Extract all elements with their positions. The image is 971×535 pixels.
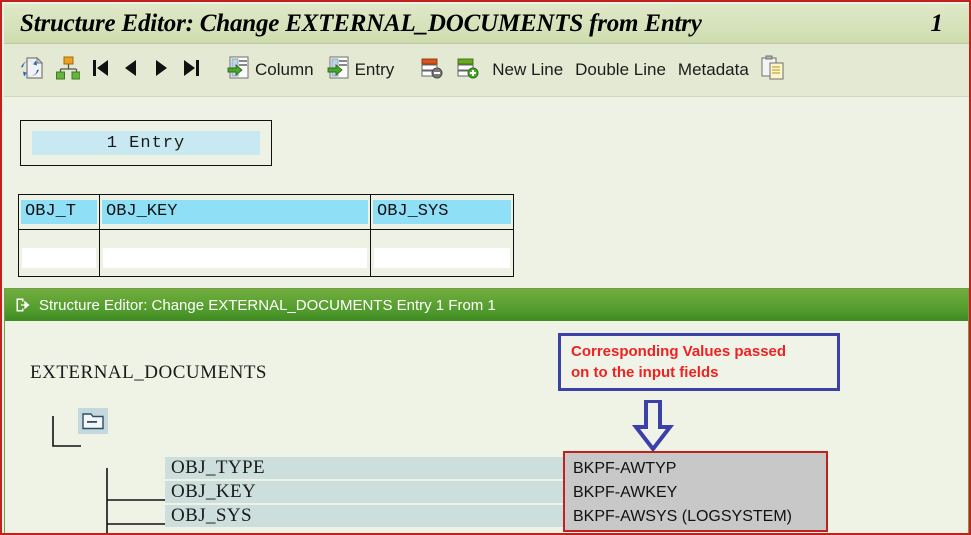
table-header-row: OBJ_T OBJ_KEY OBJ_SYS [18,194,514,230]
toolbar-button-refresh[interactable] [16,50,48,90]
toolbar-button-insert-line[interactable] [452,50,484,90]
bkpf-row-awtyp: BKPF-AWTYP [573,460,677,477]
next-icon [152,57,170,84]
hierarchy-icon [56,55,81,86]
column-header-obj-sys: OBJ_SYS [373,200,511,224]
toolbar-button-previous[interactable] [118,50,144,90]
inner-window-title: Structure Editor: Change EXTERNAL_DOCUME… [39,296,496,314]
annotation-text-line-1: Corresponding Values passed [571,343,787,360]
annotation-text-line-2: on to the input fields [571,364,719,381]
arrow-down-icon [627,399,679,457]
delete-line-icon [420,56,444,85]
toolbar-label-column: Column [255,60,314,79]
application-window: Structure Editor: Change EXTERNAL_DOCUME… [0,0,971,535]
previous-icon [122,57,140,84]
clipboard-copy-icon [761,55,785,86]
toolbar-label-new-line: New Line [492,60,564,79]
refresh-document-icon [20,55,44,86]
entry-count-box: 1 Entry [20,120,272,166]
input-obj-t[interactable] [22,247,96,268]
page-title: Structure Editor: Change EXTERNAL_DOCUME… [20,9,702,37]
tree-field-obj-sys[interactable]: OBJ_SYS [165,505,570,527]
window-title-bar: Structure Editor: Change EXTERNAL_DOCUME… [4,4,969,44]
main-toolbar: Column Entry New Line Double Line Metada… [4,44,969,97]
bkpf-row-awkey: BKPF-AWKEY [573,484,678,501]
table-header-cell-obj-key: OBJ_KEY [99,194,371,230]
toolbar-button-next[interactable] [148,50,174,90]
table-header-cell-obj-sys: OBJ_SYS [370,194,514,230]
toolbar-label-entry: Entry [354,60,395,79]
toolbar-button-hierarchy[interactable] [52,50,84,90]
input-obj-key[interactable] [103,247,367,268]
insert-line-icon [456,56,480,85]
toolbar-button-column[interactable]: Column [222,50,318,90]
table-cell-obj-key [99,229,371,277]
folder-open-icon[interactable] [78,408,108,439]
table-row [18,229,514,277]
page-number: 1 [930,9,944,37]
toolbar-button-copy[interactable] [757,50,789,90]
toolbar-button-metadata[interactable]: Metadata [674,50,753,90]
column-header-obj-t: OBJ_T [21,200,97,224]
toolbar-button-delete-line[interactable] [416,50,448,90]
table-cell-obj-t [18,229,100,277]
structure-editor-icon [15,297,31,313]
tree-field-obj-type[interactable]: OBJ_TYPE [165,457,570,479]
first-page-icon [92,57,110,84]
bkpf-row-awsys: BKPF-AWSYS (LOGSYSTEM) [573,508,792,525]
bkpf-field-mapping-box: BKPF-AWTYP BKPF-AWKEY BKPF-AWSYS (LOGSYS… [563,451,828,532]
toolbar-button-double-line[interactable]: Double Line [571,50,670,90]
annotation-callout-box: Corresponding Values passed on to the in… [558,333,840,391]
toolbar-button-last[interactable] [178,50,204,90]
columns-table: OBJ_T OBJ_KEY OBJ_SYS [18,194,514,277]
table-header-cell-obj-t: OBJ_T [18,194,100,230]
toolbar-button-first[interactable] [88,50,114,90]
tree-root-label[interactable]: EXTERNAL_DOCUMENTS [30,362,267,384]
tree-field-obj-key[interactable]: OBJ_KEY [165,481,570,503]
table-cell-obj-sys [370,229,514,277]
entry-count-value[interactable]: 1 Entry [32,131,260,155]
toolbar-button-entry[interactable]: Entry [322,50,399,90]
toolbar-label-metadata: Metadata [677,60,749,79]
input-obj-sys[interactable] [374,247,510,268]
last-page-icon [182,57,200,84]
column-header-obj-key: OBJ_KEY [102,200,368,224]
entry-icon [326,55,350,86]
toolbar-button-new-line[interactable]: New Line [488,50,567,90]
inner-window-title-bar: Structure Editor: Change EXTERNAL_DOCUME… [5,289,968,321]
column-icon [226,55,250,86]
toolbar-label-double-line: Double Line [575,60,666,79]
